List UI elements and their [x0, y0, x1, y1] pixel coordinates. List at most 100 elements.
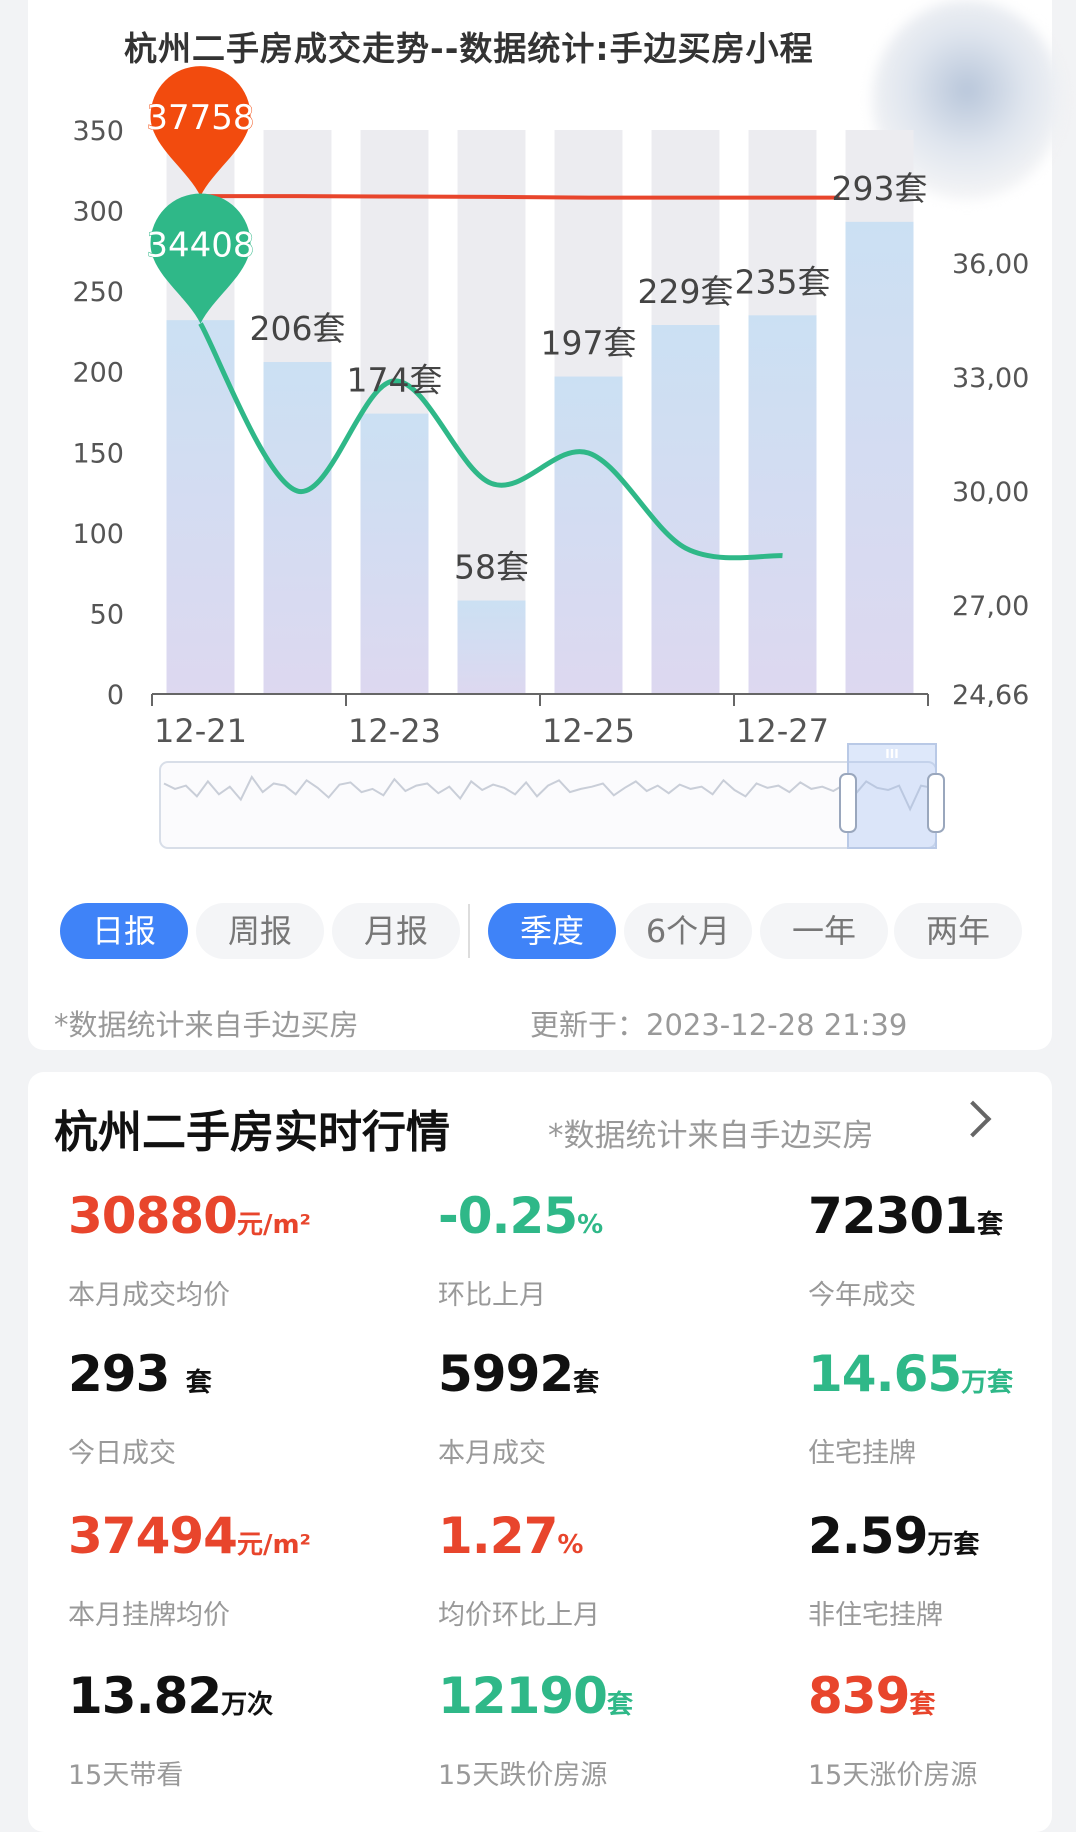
bar-value-label: 174套	[347, 361, 443, 400]
stat-number: 72301	[808, 1187, 978, 1245]
stat-number: 12190	[438, 1667, 608, 1725]
stat-item: 839套 15天涨价房源	[808, 1668, 1076, 1792]
stat-item: 1.27% 均价环比上月	[438, 1508, 768, 1632]
stat-value: -0.25%	[438, 1188, 768, 1253]
y2-tick-label: 36,00	[952, 249, 1029, 280]
tab-daily[interactable]: 日报	[60, 903, 188, 959]
stat-label: 今日成交	[68, 1438, 176, 1469]
stat-unit: 套	[185, 1368, 212, 1398]
updated-time: 更新于：2023-12-28 21:39	[530, 1008, 908, 1042]
bar-value-label: 58套	[454, 548, 529, 587]
stat-item: 5992套本月成交	[438, 1346, 768, 1470]
bar	[263, 362, 332, 694]
bar-value-label: 229套	[638, 272, 734, 311]
stat-label: 本月成交均价	[68, 1280, 230, 1311]
navigator-handle	[927, 773, 945, 833]
stat-value: 2.59万套	[808, 1508, 1076, 1573]
stat-unit: 万套	[927, 1530, 980, 1560]
y-tick-label: 50	[90, 599, 124, 630]
stat-label: 15天涨价房源	[808, 1760, 978, 1791]
series-line-red	[200, 194, 840, 200]
stat-value: 1.27%	[438, 1508, 768, 1573]
stat-value: 72301套	[808, 1188, 1076, 1253]
stat-label: 非住宅挂牌	[808, 1600, 943, 1631]
bar	[360, 413, 429, 694]
y-tick-label: 100	[72, 519, 124, 550]
stat-item: 12190套 15天跌价房源	[438, 1668, 768, 1792]
stat-number: 2.59	[808, 1507, 928, 1565]
stat-label: 均价环比上月	[438, 1600, 600, 1631]
tab-divider	[468, 904, 470, 958]
tab-two-years[interactable]: 两年	[894, 903, 1022, 959]
stat-item: 14.65万套住宅挂牌	[808, 1346, 1076, 1470]
stat-value: 293 套	[68, 1346, 398, 1411]
stat-label: 15天带看	[68, 1760, 184, 1791]
stat-unit: 元/m²	[236, 1530, 311, 1560]
stat-item: 30880元/m² 本月成交均价	[68, 1188, 398, 1312]
stat-item: 2.59万套非住宅挂牌	[808, 1508, 1076, 1632]
stat-label: 今年成交	[808, 1280, 916, 1311]
y-tick-label: 300	[72, 197, 124, 228]
x-tick-label: 12-23	[348, 712, 441, 750]
stat-label: 本月挂牌均价	[68, 1600, 230, 1631]
stat-value: 30880元/m²	[68, 1188, 398, 1253]
market-title: 杭州二手房实时行情	[54, 1107, 450, 1158]
stat-unit: 套	[573, 1368, 600, 1398]
stat-label: 本月成交	[438, 1438, 546, 1469]
navigator-box	[159, 761, 937, 849]
stat-number: -0.25	[438, 1187, 578, 1245]
trend-chart[interactable]: 0 50 100 150 200 250 300 350 24,66 27,00 30,00 33,…	[0, 0, 1076, 860]
stat-number: 5992	[438, 1345, 574, 1403]
stat-value: 12190套	[438, 1668, 768, 1733]
y-tick-label: 250	[72, 277, 124, 308]
stat-label: 15天跌价房源	[438, 1760, 608, 1791]
stat-item: 293 套今日成交	[68, 1346, 398, 1470]
navigator-drag-icon: III	[885, 747, 898, 761]
bar	[554, 376, 623, 694]
bar-value-label: 293套	[832, 169, 928, 208]
bar-value-label: 206套	[250, 309, 346, 348]
stat-unit: %	[557, 1530, 584, 1560]
tab-quarter[interactable]: 季度	[488, 903, 616, 959]
stat-unit: 万套	[961, 1368, 1014, 1398]
stat-label: 住宅挂牌	[808, 1438, 916, 1469]
stat-item: -0.25% 环比上月	[438, 1188, 768, 1312]
tab-weekly[interactable]: 周报	[196, 903, 324, 959]
stat-number: 293	[68, 1345, 186, 1403]
bar	[457, 600, 526, 694]
tab-6-months[interactable]: 6个月	[624, 903, 752, 959]
stat-unit: 万次	[221, 1690, 274, 1720]
marker-label: 37758	[146, 98, 254, 138]
stat-number: 839	[808, 1667, 910, 1725]
y2-tick-label: 27,00	[952, 591, 1029, 622]
navigator-handle	[839, 773, 857, 833]
bar	[748, 315, 817, 694]
stat-item: 37494元/m² 本月挂牌均价	[68, 1508, 398, 1632]
y-tick-label: 0	[107, 680, 124, 711]
source-note: *数据统计来自手边买房	[54, 1008, 359, 1042]
stat-number: 37494	[68, 1507, 238, 1565]
stat-value: 5992套	[438, 1346, 768, 1411]
x-tick-label: 12-25	[542, 712, 635, 750]
tab-monthly[interactable]: 月报	[332, 903, 460, 959]
stat-unit: 套	[606, 1690, 633, 1720]
stat-value: 14.65万套	[808, 1346, 1076, 1411]
stat-number: 1.27	[438, 1507, 558, 1565]
stat-unit: %	[577, 1210, 604, 1240]
stat-number: 30880	[68, 1187, 238, 1245]
tab-one-year[interactable]: 一年	[760, 903, 888, 959]
stat-number: 14.65	[808, 1345, 962, 1403]
stat-value: 839套	[808, 1668, 1076, 1733]
bar-value-label: 235套	[735, 262, 831, 301]
x-tick-label: 12-21	[154, 712, 247, 750]
y2-tick-label: 24,66	[952, 680, 1029, 711]
y2-tick-label: 30,00	[952, 477, 1029, 508]
stat-item: 13.82万次 15天带看	[68, 1668, 398, 1792]
y-tick-label: 150	[72, 438, 124, 469]
marker-label: 34408	[146, 226, 254, 266]
stat-value: 37494元/m²	[68, 1508, 398, 1573]
stat-unit: 套	[909, 1690, 936, 1720]
bar	[845, 221, 914, 694]
market-source-note: *数据统计来自手边买房	[548, 1118, 874, 1154]
y2-tick-label: 33,00	[952, 363, 1029, 394]
